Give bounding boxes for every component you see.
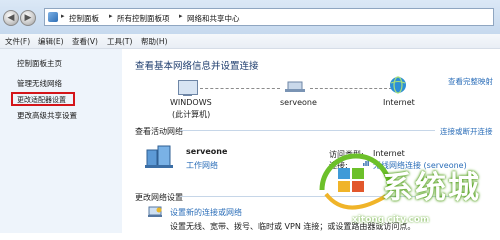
network-icon xyxy=(285,80,305,93)
menu-file[interactable]: 文件(F) xyxy=(5,36,30,47)
sidebar xyxy=(0,49,122,233)
setup-connection-link[interactable]: 设置新的连接或网络 xyxy=(170,207,242,218)
crumb-separator: ▸ xyxy=(109,12,113,20)
network-name: serveone xyxy=(186,147,228,156)
section-change-settings: 更改网络设置 xyxy=(135,193,183,202)
globe-icon xyxy=(389,76,407,94)
map-link-line xyxy=(310,88,392,89)
menu-edit[interactable]: 编辑(E) xyxy=(38,36,64,47)
section-active-networks: 查看活动网络 xyxy=(135,127,183,136)
menu-bar: 文件(F) 编辑(E) 查看(V) 工具(T) 帮助(H) xyxy=(0,34,500,49)
divider xyxy=(180,130,435,131)
menu-help[interactable]: 帮助(H) xyxy=(141,36,168,47)
crumb-separator: ▸ xyxy=(179,12,183,20)
map-node-sublabel: (此计算机) xyxy=(172,110,211,119)
sidebar-item-home[interactable]: 控制面板主页 xyxy=(17,58,62,69)
map-node-label: WINDOWS xyxy=(170,98,212,107)
map-link-line xyxy=(200,88,280,89)
sidebar-item-sharing[interactable]: 更改高级共享设置 xyxy=(17,110,77,121)
menu-view[interactable]: 查看(V) xyxy=(72,36,98,47)
watermark-url: xitong city.com xyxy=(352,215,430,225)
watermark-logo: 系统城 xitong city.com xyxy=(316,150,492,230)
address-bar: ◀ ▶ ▸ 控制面板 ▸ 所有控制面板项 ▸ 网络和共享中心 xyxy=(0,0,500,34)
computer-stand xyxy=(183,94,192,96)
crumb-separator: ▸ xyxy=(61,12,65,20)
highlight-box xyxy=(11,92,75,106)
forward-button[interactable]: ▶ xyxy=(20,10,36,26)
map-node-label: serveone xyxy=(280,98,317,107)
network-type-icon xyxy=(145,144,173,168)
watermark-text: 系统城 xyxy=(382,170,481,206)
network-type-link[interactable]: 工作网络 xyxy=(186,160,218,171)
path-box[interactable]: ▸ 控制面板 ▸ 所有控制面板项 ▸ 网络和共享中心 xyxy=(44,8,494,26)
sidebar-item-wireless[interactable]: 管理无线网络 xyxy=(17,78,62,89)
new-connection-icon xyxy=(148,206,162,218)
crumb-network-center[interactable]: 网络和共享中心 xyxy=(187,13,240,24)
crumb-control-panel[interactable]: 控制面板 xyxy=(69,13,99,24)
back-button[interactable]: ◀ xyxy=(3,10,19,26)
connect-disconnect-link[interactable]: 连接或断开连接 xyxy=(440,126,493,137)
menu-tools[interactable]: 工具(T) xyxy=(107,36,132,47)
map-node-label: Internet xyxy=(383,98,415,107)
control-panel-icon xyxy=(48,12,58,22)
page-title: 查看基本网络信息并设置连接 xyxy=(135,61,259,72)
crumb-all-items[interactable]: 所有控制面板项 xyxy=(117,13,170,24)
full-map-link[interactable]: 查看完整映射 xyxy=(448,76,493,87)
computer-icon xyxy=(178,80,198,95)
